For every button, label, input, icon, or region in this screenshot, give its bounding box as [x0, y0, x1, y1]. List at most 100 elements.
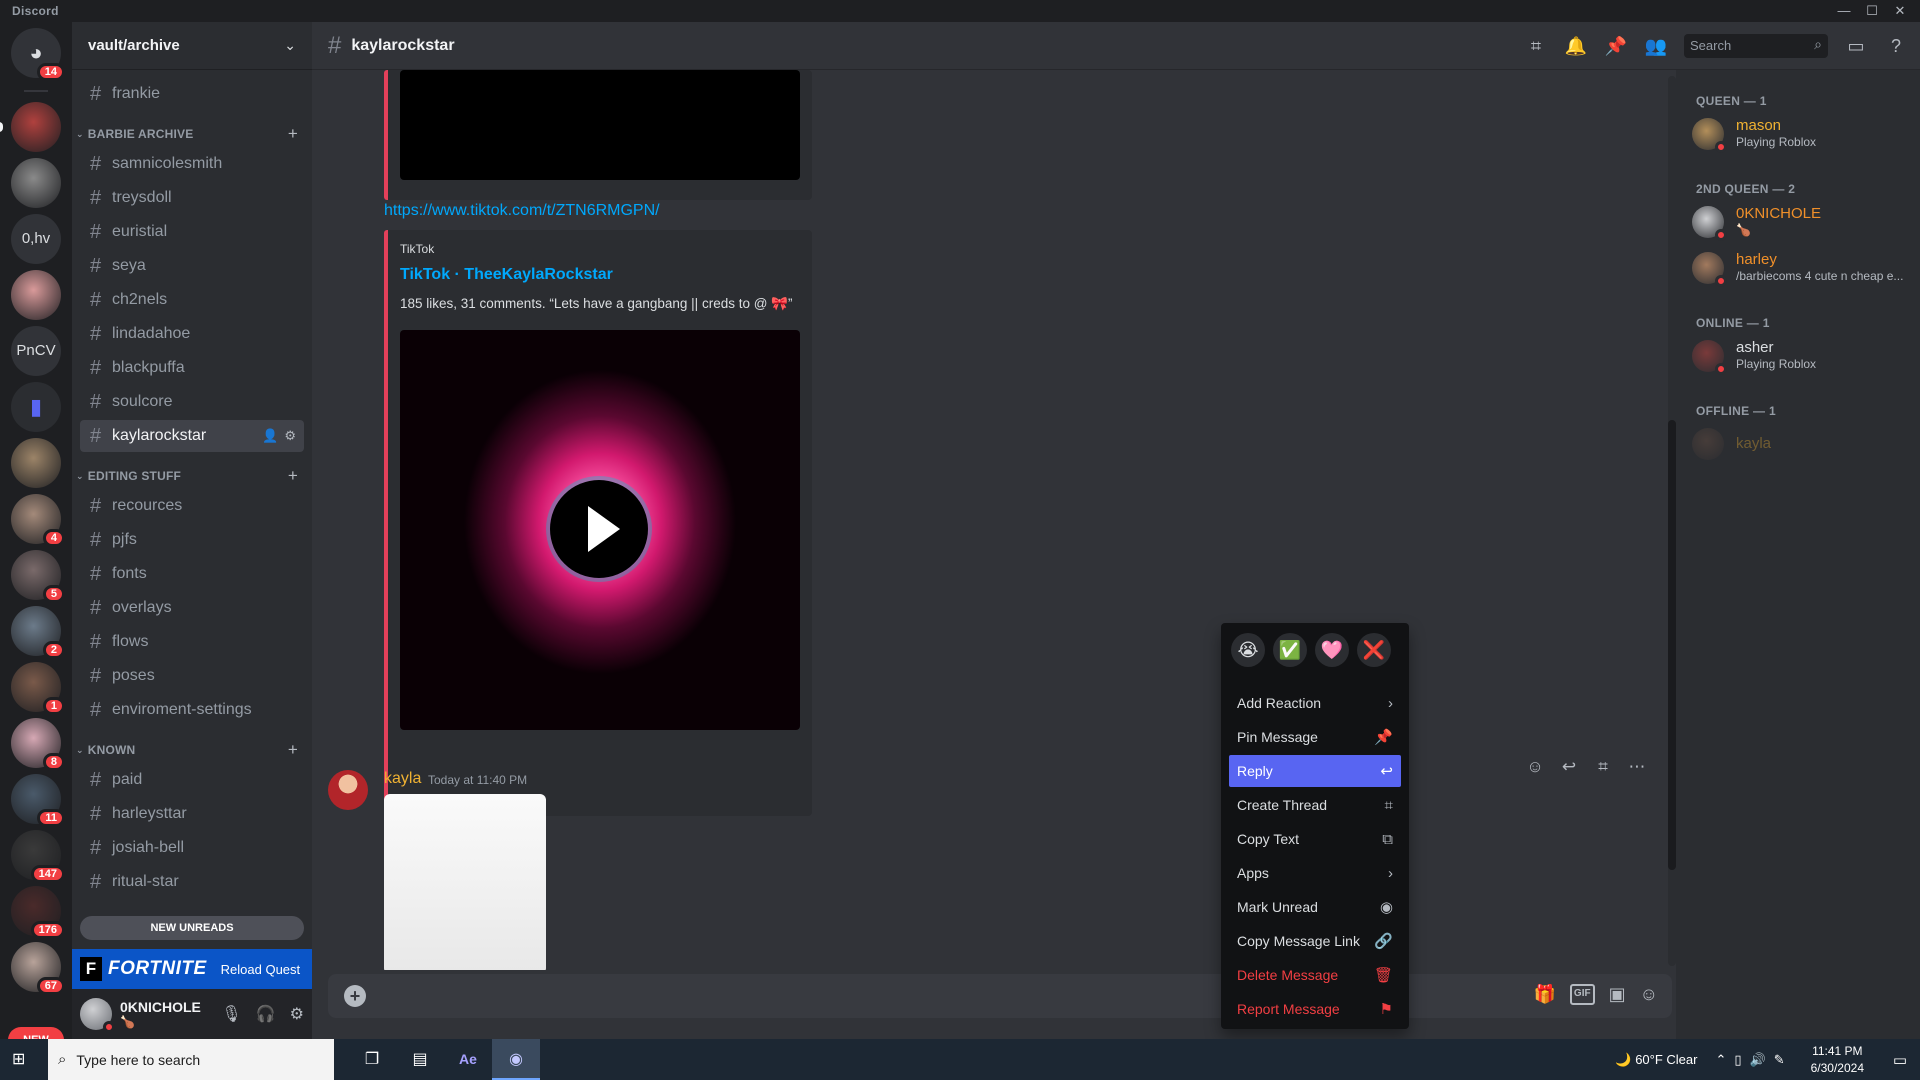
member-asher[interactable]: asher Playing Roblox: [1684, 334, 1912, 378]
play-icon[interactable]: [550, 480, 648, 578]
create-channel-icon[interactable]: +: [288, 124, 298, 144]
menu-item-create-thread[interactable]: Create Thread ⌗: [1229, 789, 1401, 821]
notepad-icon[interactable]: ▤: [396, 1039, 444, 1080]
close-icon[interactable]: ❌: [1357, 633, 1391, 667]
clock[interactable]: 11:41 PM 6/30/2024: [1811, 1043, 1864, 1077]
menu-item-report-message[interactable]: Report Message ⚑: [1229, 993, 1401, 1025]
tiktok-link[interactable]: https://www.tiktok.com/t/ZTN6RMGPN/: [384, 202, 660, 220]
inbox-icon[interactable]: ▭: [1844, 34, 1868, 58]
search-input[interactable]: Search ⌕: [1684, 34, 1828, 58]
create-channel-icon[interactable]: +: [288, 466, 298, 486]
more-icon[interactable]: ⋯: [1624, 757, 1650, 777]
quick-reaction-button[interactable]: ✅: [1273, 633, 1307, 667]
server-icon[interactable]: 5: [11, 550, 65, 603]
maximize-button[interactable]: ☐: [1858, 0, 1886, 22]
server-icon[interactable]: 2: [11, 606, 65, 659]
add-reaction-icon[interactable]: ☺: [1522, 757, 1548, 777]
weather-widget[interactable]: 🌙 60°F Clear: [1615, 1052, 1697, 1068]
video-preview[interactable]: [400, 70, 800, 180]
create-channel-icon[interactable]: +: [288, 740, 298, 760]
guild-header[interactable]: vault/archive ⌄: [72, 22, 312, 70]
microphone-icon[interactable]: 🎙: [221, 1004, 241, 1024]
channel-treysdoll[interactable]: # treysdoll: [80, 182, 304, 214]
channel-paid[interactable]: # paid: [80, 764, 304, 796]
new-unreads-banner[interactable]: NEW UNREADS: [80, 916, 304, 940]
server-icon[interactable]: 67: [11, 942, 65, 995]
server-icon[interactable]: [11, 270, 61, 320]
server-icon[interactable]: PnCV: [11, 326, 61, 376]
embed-title[interactable]: TikTok · TheeKaylaRockstar: [400, 266, 613, 284]
help-icon[interactable]: ?: [1884, 34, 1908, 58]
channel-lindadahoe[interactable]: # lindadahoe: [80, 318, 304, 350]
channel-flows[interactable]: # flows: [80, 626, 304, 658]
gift-icon[interactable]: 🎁: [1534, 984, 1556, 1005]
quest-banner[interactable]: F FORTNITE Reload Quest: [72, 949, 312, 989]
sticker-icon[interactable]: ▣: [1609, 984, 1626, 1005]
menu-item-pin-message[interactable]: Pin Message 📌: [1229, 721, 1401, 753]
server-icon[interactable]: [11, 158, 61, 208]
menu-item-add-reaction[interactable]: Add Reaction ›: [1229, 687, 1401, 719]
quick-reaction-button[interactable]: 🩷: [1315, 633, 1349, 667]
channel-enviroment-settings[interactable]: # enviroment-settings: [80, 694, 304, 726]
notification-icon[interactable]: ▭: [1880, 1051, 1920, 1069]
category-header[interactable]: ⌄ EDITING STUFF +: [76, 466, 308, 486]
channel-soulcore[interactable]: # soulcore: [80, 386, 304, 418]
channel-samnicolesmith[interactable]: # samnicolesmith: [80, 148, 304, 180]
headphones-icon[interactable]: 🎧: [256, 1004, 276, 1024]
server-icon[interactable]: 11: [11, 774, 65, 827]
emoji-icon[interactable]: ☺: [1640, 984, 1658, 1005]
invite-icon[interactable]: 👤: [262, 428, 278, 444]
member-kayla[interactable]: kayla: [1684, 422, 1912, 466]
channel-josiah-bell[interactable]: # josiah-bell: [80, 832, 304, 864]
pin-icon[interactable]: 📌: [1604, 34, 1628, 58]
server-icon[interactable]: [0, 102, 61, 152]
bell-icon[interactable]: 🔔: [1564, 34, 1588, 58]
quick-reaction-button[interactable]: 😭: [1231, 633, 1265, 667]
reply-icon[interactable]: ↩: [1556, 757, 1582, 777]
gif-icon[interactable]: GIF: [1569, 984, 1595, 1005]
server-icon[interactable]: [11, 438, 61, 488]
channel-overlays[interactable]: # overlays: [80, 592, 304, 624]
members-icon[interactable]: 👥: [1644, 34, 1668, 58]
channel-ritual-star[interactable]: # ritual-star: [80, 866, 304, 898]
task-view-icon[interactable]: ❐: [348, 1039, 396, 1080]
upload-plus-icon[interactable]: +: [344, 985, 366, 1007]
close-window-button[interactable]: ✕: [1886, 0, 1914, 22]
member-0knichole[interactable]: 0KNICHOLE 🍗: [1684, 200, 1912, 244]
channel-kaylarockstar[interactable]: # kaylarockstar 👤 ⚙: [80, 420, 304, 452]
channel-euristial[interactable]: # euristial: [80, 216, 304, 248]
channel-harleysttar[interactable]: # harleysttar: [80, 798, 304, 830]
after-effects-icon[interactable]: Ae: [444, 1039, 492, 1080]
menu-item-apps[interactable]: Apps ›: [1229, 857, 1401, 889]
avatar[interactable]: [80, 998, 115, 1033]
message-avatar[interactable]: [328, 770, 368, 810]
category-header[interactable]: ⌄ BARBIE ARCHIVE +: [76, 124, 308, 144]
channel-pjfs[interactable]: # pjfs: [80, 524, 304, 556]
menu-item-delete-message[interactable]: Delete Message 🗑: [1229, 959, 1401, 991]
server-icon[interactable]: 176: [11, 886, 65, 939]
tiktok-video[interactable]: [400, 330, 800, 730]
message-composer[interactable]: + 🎁 GIF ▣ ☺: [328, 974, 1672, 1018]
server-icon[interactable]: 147: [11, 830, 65, 883]
menu-item-mark-unread[interactable]: Mark Unread ◉: [1229, 891, 1401, 923]
server-icon[interactable]: 0,hv: [11, 214, 61, 264]
thread-icon[interactable]: ⌗: [1590, 757, 1616, 777]
settings-gear-icon[interactable]: ⚙: [290, 1004, 304, 1024]
channel-ch2nels[interactable]: # ch2nels: [80, 284, 304, 316]
reload-quest-button[interactable]: Reload Quest: [221, 962, 301, 977]
discord-taskbar-icon[interactable]: ◉: [492, 1039, 540, 1080]
threads-icon[interactable]: ⌗: [1524, 34, 1548, 58]
system-tray-icons[interactable]: ⌃▯🔊✎: [1715, 1052, 1792, 1068]
taskbar-search[interactable]: ⌕ Type here to search: [48, 1039, 334, 1080]
channel-fonts[interactable]: # fonts: [80, 558, 304, 590]
server-icon[interactable]: 8: [11, 718, 65, 771]
member-mason[interactable]: mason Playing Roblox: [1684, 112, 1912, 156]
menu-item-reply[interactable]: Reply ↩: [1229, 755, 1401, 787]
discord-home-icon[interactable]: ◕ 14: [11, 28, 65, 81]
server-icon[interactable]: 1: [11, 662, 65, 715]
channel-seya[interactable]: # seya: [80, 250, 304, 282]
channel-blackpuffa[interactable]: # blackpuffa: [80, 352, 304, 384]
server-icon[interactable]: 4: [11, 494, 65, 547]
server-folder-icon[interactable]: ▮: [11, 382, 61, 432]
image-attachment[interactable]: [384, 794, 546, 970]
